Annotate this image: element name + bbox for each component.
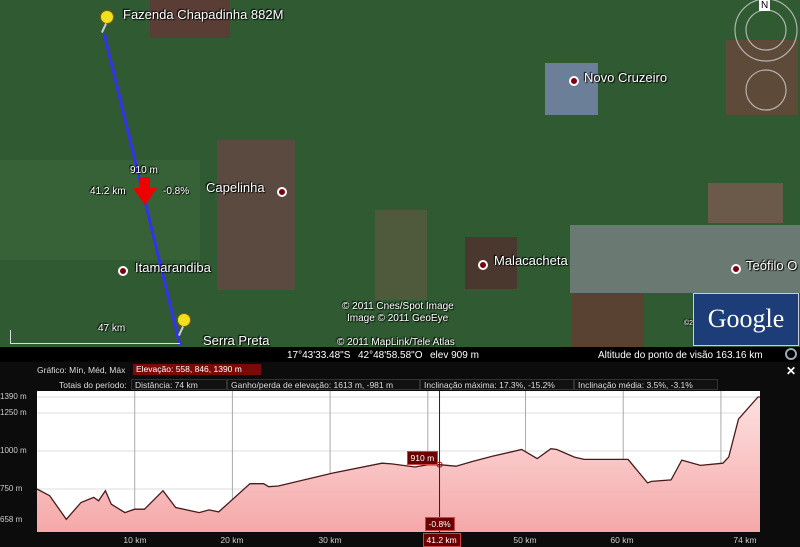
- credit-text: © 2011 MapLink/Tele Atlas: [337, 337, 455, 347]
- map-view[interactable]: N Fazenda Chapadinha 882M 910 m 41.2 km …: [0, 0, 800, 347]
- place-label[interactable]: Itamarandiba: [135, 260, 211, 275]
- y-tick: 658 m: [0, 515, 23, 524]
- place-dot-icon: [731, 264, 741, 274]
- y-tick: 1390 m: [0, 392, 27, 401]
- place-dot-icon: [478, 260, 488, 270]
- credit-text: Image © 2011 GeoEye: [347, 313, 449, 324]
- path-cursor-arrow-icon: [133, 177, 157, 205]
- cursor-elevation-label: 910 m: [406, 451, 439, 465]
- eye-altitude-readout: Altitude do ponto de visão 163.16 km: [598, 350, 763, 361]
- placemark-label[interactable]: Serra Preta: [203, 333, 269, 347]
- totals-label: Totais do período:: [59, 380, 127, 390]
- cursor-distance-label: 41.2 km: [422, 533, 461, 547]
- credit-text: © 2011 Cnes/Spot Image: [342, 301, 454, 312]
- place-label[interactable]: Malacacheta: [494, 253, 568, 268]
- placemark-label[interactable]: Fazenda Chapadinha 882M: [123, 7, 283, 22]
- path-elevation-label: 910 m: [130, 165, 158, 176]
- x-tick: 30 km: [318, 535, 342, 545]
- place-label[interactable]: Novo Cruzeiro: [584, 70, 667, 85]
- elevation-chart[interactable]: [36, 391, 760, 532]
- elevation-readout: elev 909 m: [430, 350, 479, 361]
- graph-label: Gráfico: Mín, Méd, Máx: [37, 365, 126, 375]
- compass-north[interactable]: N: [759, 0, 771, 11]
- y-tick: 750 m: [0, 484, 23, 493]
- x-tick: 50 km: [513, 535, 537, 545]
- place-dot-icon: [118, 266, 128, 276]
- pushpin-icon[interactable]: [177, 313, 191, 327]
- y-tick: 1000 m: [0, 446, 27, 455]
- distance-total: Distância: 74 km: [131, 379, 227, 390]
- max-slope: Inclinação máxima: 17.3%, -15.2%: [420, 379, 574, 390]
- x-tick: 74 km: [733, 535, 757, 545]
- cursor-slope-label: -0.8%: [424, 517, 455, 531]
- x-tick: 20 km: [220, 535, 244, 545]
- pushpin-icon[interactable]: [100, 10, 114, 24]
- place-label[interactable]: Capelinha: [206, 180, 265, 195]
- avg-slope: Inclinação média: 3.5%, -3.1%: [574, 379, 718, 390]
- path-line: [102, 0, 798, 346]
- google-logo: Google: [693, 293, 799, 346]
- place-label[interactable]: Teófilo O: [746, 258, 797, 273]
- place-dot-icon: [277, 187, 287, 197]
- place-dot-icon: [569, 76, 579, 86]
- status-bar: 17°43'33.48"S 42°48'58.58"O elev 909 m A…: [0, 347, 800, 363]
- path-slope-label: -0.8%: [163, 186, 190, 197]
- scale-bar: [10, 330, 180, 344]
- y-tick: 1250 m: [0, 408, 27, 417]
- x-tick: 10 km: [123, 535, 147, 545]
- compass-icon: [734, 0, 798, 111]
- longitude-readout: 42°48'58.58"O: [358, 350, 423, 361]
- x-tick: 60 km: [610, 535, 634, 545]
- gain-loss-total: Ganho/perda de elevação: 1613 m, -981 m: [227, 379, 420, 390]
- latitude-readout: 17°43'33.48"S: [287, 350, 351, 361]
- scale-label: 47 km: [98, 323, 126, 334]
- path-distance-label: 41.2 km: [90, 186, 126, 197]
- streaming-icon: [785, 348, 797, 360]
- close-icon[interactable]: ✕: [786, 364, 796, 378]
- elevation-summary-button[interactable]: Elevação: 558, 846, 1390 m: [133, 364, 261, 375]
